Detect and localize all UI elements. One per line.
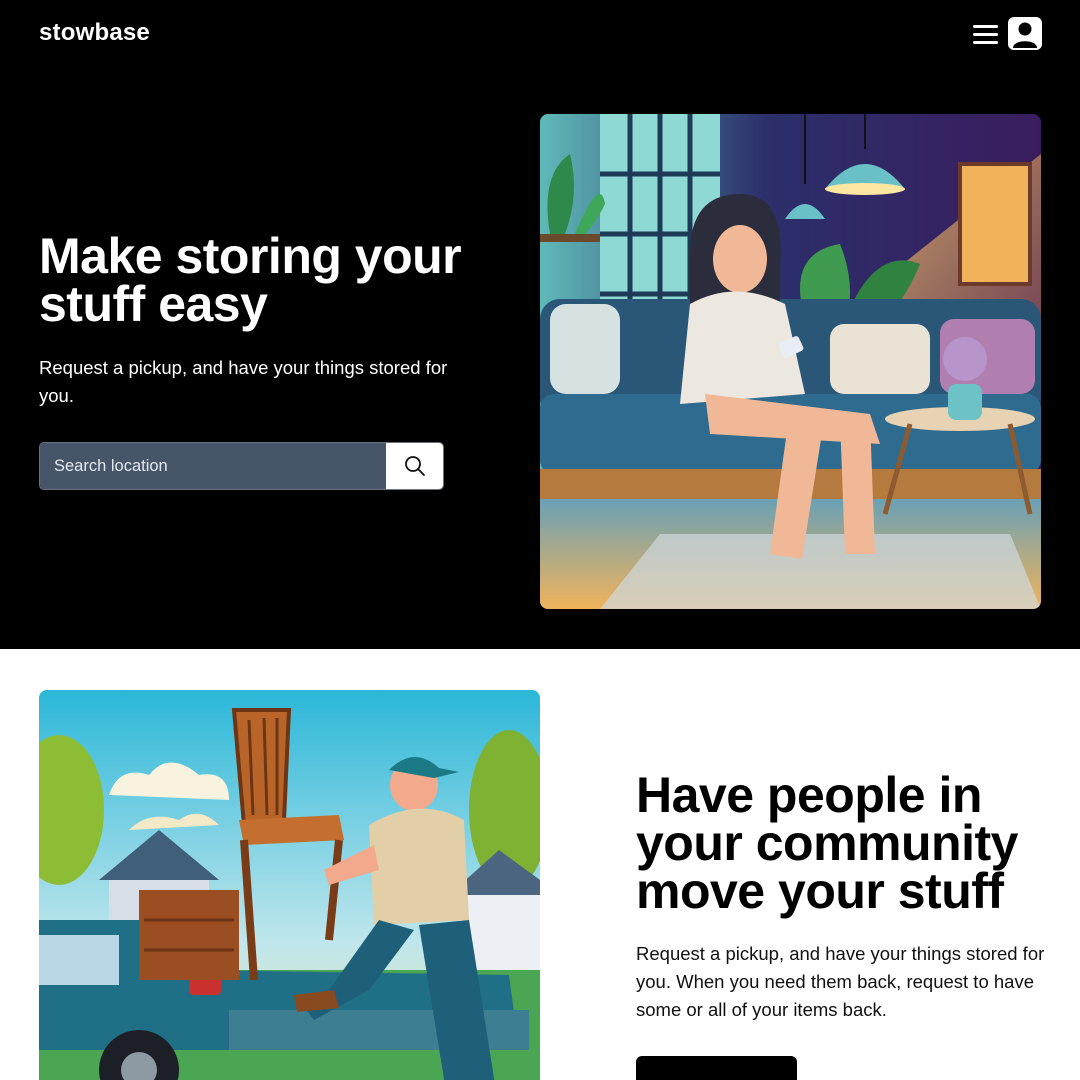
man-loading-chair-into-truck-illustration: [39, 690, 540, 1080]
user-account-icon[interactable]: [1008, 17, 1042, 50]
feature-subtitle: Request a pickup, and have your things s…: [636, 943, 1045, 1020]
brand-logo[interactable]: stowbase: [39, 19, 150, 47]
hero-subtitle: Request a pickup, and have your things s…: [39, 357, 448, 406]
feature-title: Have people in your community move your …: [636, 767, 1018, 919]
hero-section: stowbase Make storing your stuff easy Re…: [0, 0, 1080, 649]
hamburger-menu-icon[interactable]: [968, 20, 1002, 48]
woman-on-sofa-with-phone-illustration: [540, 114, 1041, 609]
search-icon: [404, 456, 425, 476]
location-search: [39, 442, 444, 490]
search-button[interactable]: [386, 443, 443, 489]
hero-title: Make storing your stuff easy: [39, 228, 462, 332]
search-input[interactable]: [40, 443, 386, 489]
find-storage-button[interactable]: Find storage: [636, 1056, 797, 1080]
